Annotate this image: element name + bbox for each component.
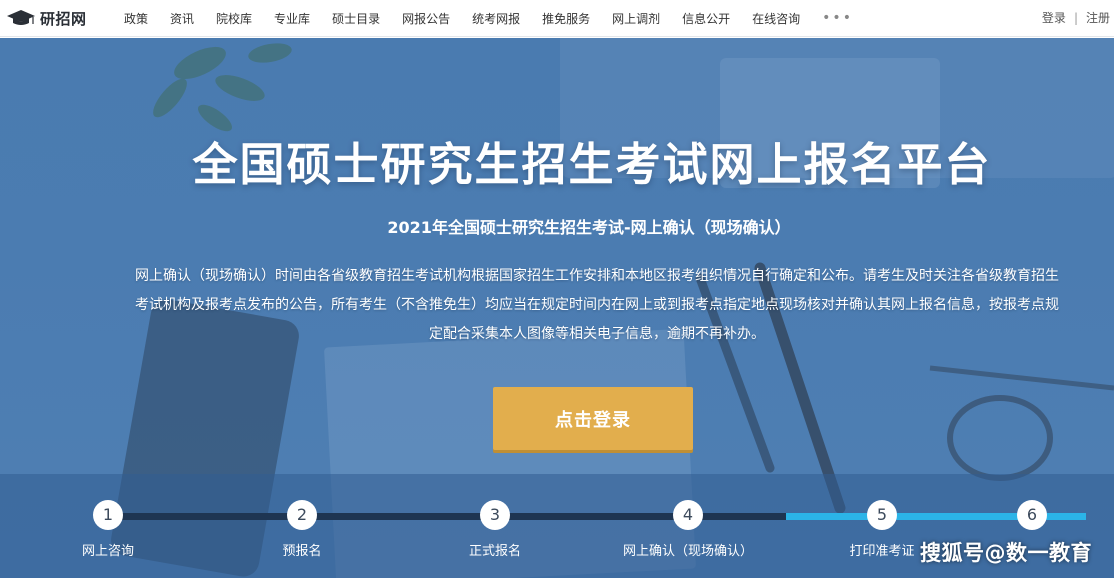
brand-name: 研招网 xyxy=(40,9,87,28)
nav-item-adjustment[interactable]: 网上调剂 xyxy=(612,10,660,27)
step-number: 2 xyxy=(287,500,317,530)
confirmation-description: 网上确认（现场确认）时间由各省级教育招生考试机构根据国家招生工作安排和本地区报考… xyxy=(135,268,1059,342)
nav-item-news[interactable]: 资讯 xyxy=(170,10,194,27)
nav-item-online-consult[interactable]: 在线咨询 xyxy=(752,10,800,27)
nav-item-info-disclosure[interactable]: 信息公开 xyxy=(682,10,730,27)
auth-links: 登录 | 注册 xyxy=(1042,9,1110,26)
nav-item-recommendation[interactable]: 推免服务 xyxy=(542,10,590,27)
step-4[interactable]: 4 网上确认（现场确认） xyxy=(608,500,768,559)
step-number: 1 xyxy=(93,500,123,530)
hero-banner: 全国硕士研究生招生考试网上报名平台 2021年全国硕士研究生招生考试-网上确认（… xyxy=(0,38,1114,578)
auth-separator: | xyxy=(1073,10,1078,25)
nav-item-majors[interactable]: 专业库 xyxy=(274,10,310,27)
site-logo[interactable]: 研招网 xyxy=(6,8,102,29)
exam-subtitle: 2021年全国硕士研究生招生考试-网上确认（现场确认） xyxy=(387,218,791,237)
nav-item-schools[interactable]: 院校库 xyxy=(216,10,252,27)
step-3[interactable]: 3 正式报名 xyxy=(415,500,575,559)
step-label: 网上确认（现场确认） xyxy=(622,544,753,559)
sohu-watermark: 搜狐号@数一教育 xyxy=(920,541,1092,565)
step-number: 4 xyxy=(673,500,703,530)
click-login-button[interactable]: 点击登录 xyxy=(493,387,693,450)
step-label: 网上咨询 xyxy=(81,544,134,559)
step-6[interactable]: 6 xyxy=(952,500,1112,540)
nav-item-master-catalog[interactable]: 硕士目录 xyxy=(332,10,380,27)
more-menu-icon[interactable]: ••• xyxy=(822,10,853,26)
top-navbar: 研招网 政策 资讯 院校库 专业库 硕士目录 网报公告 统考网报 推免服务 网上… xyxy=(0,0,1114,37)
step-number: 6 xyxy=(1017,500,1047,530)
login-link[interactable]: 登录 xyxy=(1042,9,1066,26)
step-1[interactable]: 1 网上咨询 xyxy=(28,500,188,559)
step-label: 预报名 xyxy=(282,544,322,559)
register-link[interactable]: 注册 xyxy=(1086,9,1110,26)
graduation-cap-icon xyxy=(7,10,35,25)
step-2[interactable]: 2 预报名 xyxy=(222,500,382,559)
nav-item-policy[interactable]: 政策 xyxy=(124,10,148,27)
nav-item-unified-registration[interactable]: 统考网报 xyxy=(472,10,520,27)
step-number: 5 xyxy=(867,500,897,530)
page-title: 全国硕士研究生招生考试网上报名平台 xyxy=(192,138,992,191)
nav-item-announcements[interactable]: 网报公告 xyxy=(402,10,450,27)
step-number: 3 xyxy=(480,500,510,530)
step-label: 正式报名 xyxy=(468,544,521,559)
main-nav: 政策 资讯 院校库 专业库 硕士目录 网报公告 统考网报 推免服务 网上调剂 信… xyxy=(124,10,853,27)
